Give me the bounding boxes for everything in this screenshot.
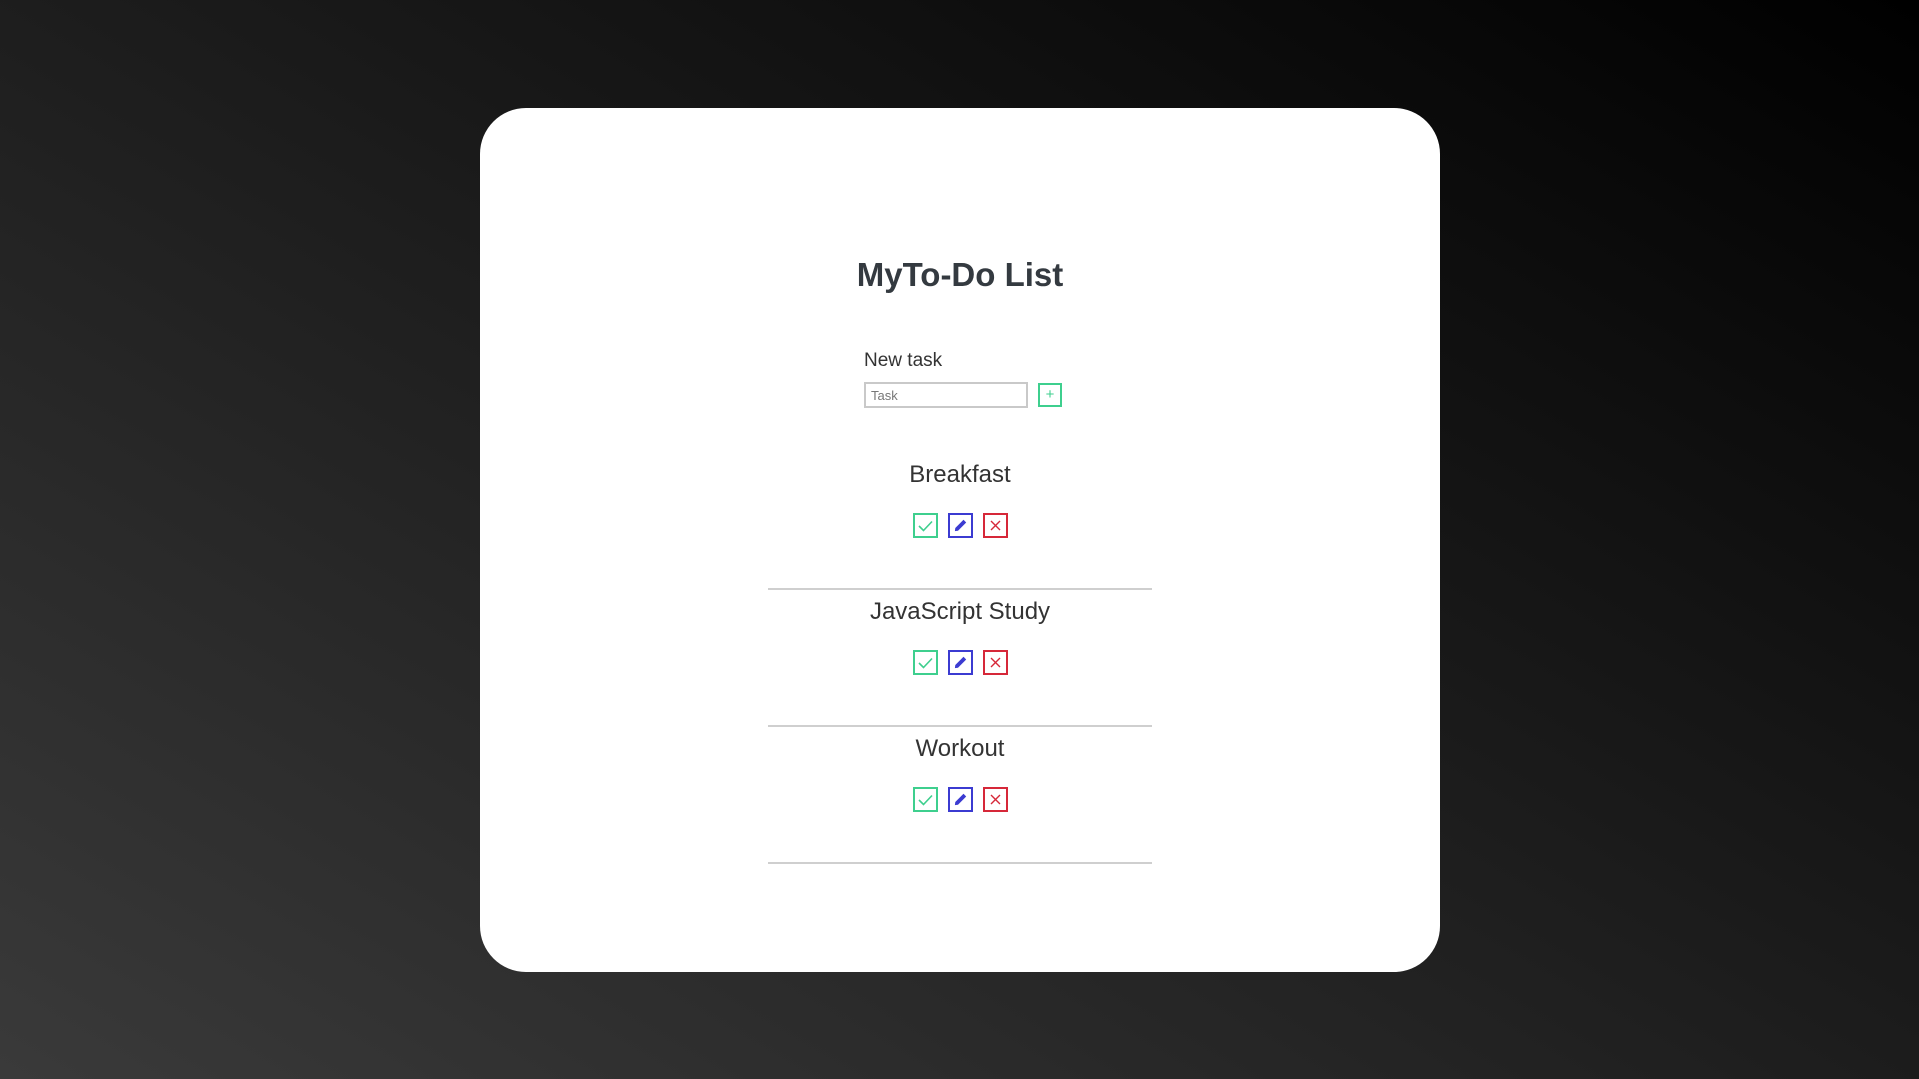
new-task-label: New task [864, 350, 943, 371]
todo-name: Breakfast [909, 461, 1011, 488]
check-icon [917, 520, 933, 532]
pencil-icon [954, 519, 966, 532]
complete-button[interactable] [912, 513, 938, 538]
new-task-form: New task + [864, 350, 1084, 408]
close-icon [990, 794, 1000, 805]
task-input[interactable] [864, 382, 1028, 408]
close-icon [990, 520, 1000, 531]
todo-list: Breakfast JavaScript Study Workout [768, 453, 1152, 864]
card-content: MyTo-Do List New task + Breakfast [480, 108, 1440, 972]
todo-name: JavaScript Study [869, 598, 1051, 625]
todo-item: Breakfast [768, 453, 1152, 590]
todo-actions [768, 513, 1152, 538]
edit-button[interactable] [947, 787, 973, 812]
pencil-icon [954, 656, 966, 669]
todo-actions [768, 650, 1152, 675]
todo-item: Workout [768, 727, 1152, 864]
todo-item: JavaScript Study [768, 590, 1152, 727]
edit-button[interactable] [947, 650, 973, 675]
page-title: MyTo-Do List [856, 256, 1064, 293]
delete-button[interactable] [982, 513, 1008, 538]
check-icon [917, 657, 933, 669]
edit-button[interactable] [947, 513, 973, 538]
add-task-button[interactable]: + [1038, 383, 1062, 407]
complete-button[interactable] [912, 787, 938, 812]
delete-button[interactable] [982, 787, 1008, 812]
todo-card: MyTo-Do List New task + Breakfast [480, 108, 1440, 972]
close-icon [990, 657, 1000, 668]
todo-actions [768, 787, 1152, 812]
new-task-row: + [864, 382, 1084, 408]
pencil-icon [954, 793, 966, 806]
todo-name: Workout [915, 735, 1005, 762]
complete-button[interactable] [912, 650, 938, 675]
delete-button[interactable] [982, 650, 1008, 675]
check-icon [917, 794, 933, 806]
